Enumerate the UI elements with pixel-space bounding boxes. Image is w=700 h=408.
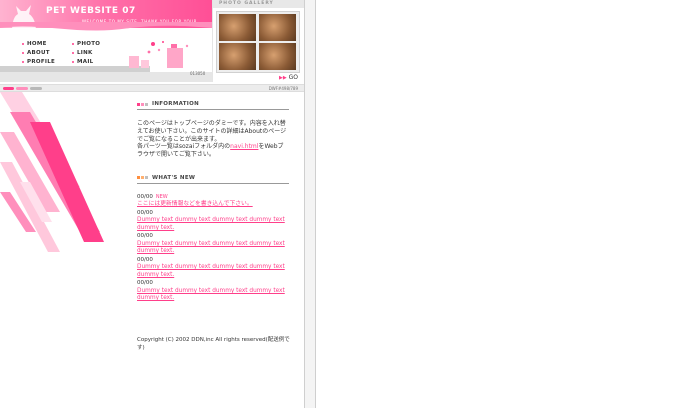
news-item: 00/00 Dummy text dummy text dummy text d… [137, 280, 289, 303]
news-item: 00/00 Dummy text dummy text dummy text d… [137, 233, 289, 256]
news-date: 00/00 [137, 233, 153, 240]
frame-divider[interactable] [304, 0, 316, 408]
heading-square-icon [137, 102, 140, 106]
news-link[interactable]: ここには更新情報などを書き込んで下さい。 [137, 201, 289, 209]
header-base [0, 72, 212, 82]
header-code: 013050 [190, 71, 206, 76]
thin-bar: DWF#498/789 [0, 84, 304, 92]
gallery-photo[interactable] [219, 43, 256, 70]
news-date: 00/00 [137, 280, 153, 287]
news-item: 00/00 NEW ここには更新情報などを書き込んで下さい。 [137, 194, 289, 209]
bar-light-tab [16, 87, 28, 90]
gallery-title: PHOTO GALLERY [213, 0, 304, 8]
gallery-photo[interactable] [259, 43, 296, 70]
information-section: INFORMATION このページはトップページのダミーです。内容を入れ替えてお… [137, 100, 289, 159]
news-link[interactable]: Dummy text dummy text dummy text dummy t… [137, 264, 289, 279]
gallery-photo[interactable] [219, 14, 256, 41]
section-divider [137, 182, 289, 184]
heading-square-icon [145, 176, 148, 180]
heading-square-icon [137, 176, 140, 180]
news-item: 00/00 Dummy text dummy text dummy text d… [137, 210, 289, 233]
section-divider [137, 109, 289, 110]
news-date: 00/00 [137, 209, 153, 216]
whats-new-section: WHAT'S NEW 00/00 NEW ここには更新情報などを書き込んで下さい。… [137, 174, 289, 303]
nav-photo[interactable]: PHOTO [72, 41, 100, 47]
bar-code: DWF#498/789 [268, 86, 298, 91]
nav-home[interactable]: HOME [22, 41, 47, 47]
news-link[interactable]: Dummy text dummy text dummy text dummy t… [137, 241, 289, 256]
gallery-go-button[interactable]: ▶▶ GO [279, 74, 298, 81]
nav-mail[interactable]: MAIL [72, 59, 93, 65]
site-title[interactable]: PET WEBSITE 07 [46, 6, 136, 16]
bar-grey-tab [30, 87, 42, 90]
nav-profile[interactable]: PROFILE [22, 59, 55, 65]
gallery-photo[interactable] [259, 14, 296, 41]
site-header: PET WEBSITE 07 WELCOME TO MY SITE. THANK… [0, 0, 212, 82]
information-heading: INFORMATION [137, 100, 289, 108]
copyright-text: Copyright (C) 2002 DDN,inc All rights re… [137, 337, 290, 351]
nav-about[interactable]: ABOUT [22, 50, 50, 56]
skyline-graphic [129, 41, 189, 68]
double-arrow-icon: ▶▶ [279, 75, 287, 81]
blank-frame [316, 0, 700, 408]
main-content: INFORMATION このページはトップページのダミーです。内容を入れ替えてお… [137, 100, 289, 303]
photo-gallery: PHOTO GALLERY ▶▶ GO [212, 0, 304, 82]
new-badge: NEW [155, 193, 168, 200]
bar-pink-tab [3, 87, 14, 90]
heading-square-icon [145, 102, 148, 106]
heading-square-icon [141, 176, 144, 180]
news-item: 00/00 Dummy text dummy text dummy text d… [137, 257, 289, 280]
news-date: 00/00 [137, 256, 153, 263]
news-date: 00/00 [137, 193, 153, 200]
news-link[interactable]: Dummy text dummy text dummy text dummy t… [137, 288, 289, 303]
information-text: このページはトップページのダミーです。内容を入れ替えてお使い下さい。このサイトの… [137, 120, 287, 159]
nav-link[interactable]: LINK [72, 50, 93, 56]
heading-square-icon [141, 102, 144, 106]
website-frame: PET WEBSITE 07 WELCOME TO MY SITE. THANK… [0, 0, 304, 408]
navi-link[interactable]: navi.html [230, 143, 258, 150]
whats-new-heading: WHAT'S NEW [137, 174, 289, 182]
pink-stripes-graphic [0, 92, 104, 252]
gallery-frame [216, 11, 300, 73]
news-link[interactable]: Dummy text dummy text dummy text dummy t… [137, 217, 289, 232]
